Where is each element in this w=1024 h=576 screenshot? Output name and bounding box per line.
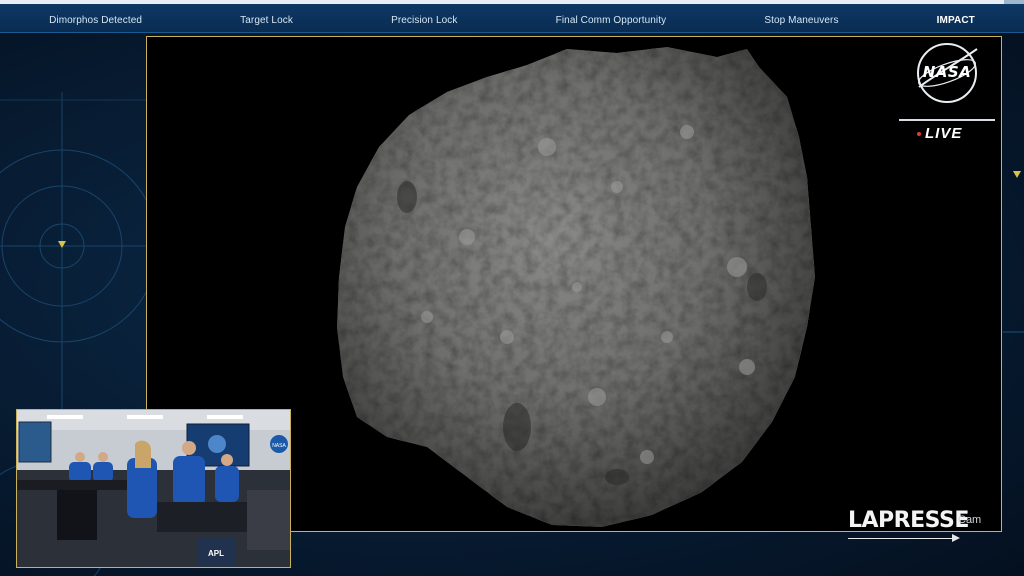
marker-triangle-icon <box>58 241 66 248</box>
mission-control-inset: NASA APL <box>16 409 291 568</box>
right-decoration <box>1003 171 1024 333</box>
broadcast-branding: NASA LIVE <box>899 41 995 142</box>
nasa-logo-text: NASA <box>922 63 972 81</box>
phase-target-lock: Target Lock <box>240 14 293 26</box>
lapresse-brand: LAPRESSE <box>848 508 969 533</box>
apl-badge: APL <box>208 549 224 558</box>
mission-phase-bar: Dimorphos Detected Target Lock Precision… <box>0 0 1024 33</box>
nasa-logo: NASA <box>913 41 981 105</box>
phase-stop-maneuvers: Stop Maneuvers <box>764 14 839 26</box>
phase-dimorphos-detected: Dimorphos Detected <box>49 14 143 26</box>
phase-final-comm-opportunity: Final Comm Opportunity <box>555 14 667 26</box>
cam-suffix: Cam <box>958 514 982 526</box>
live-dot-icon <box>917 131 921 136</box>
lapresse-watermark: LAPRESSE Cam <box>848 508 988 542</box>
live-divider <box>899 119 995 121</box>
phase-impact: IMPACT <box>936 14 975 26</box>
live-badge: LIVE <box>917 125 962 142</box>
marker-triangle-icon <box>1013 171 1021 178</box>
phase-precision-lock: Precision Lock <box>391 14 458 26</box>
lapresse-arrow-icon <box>952 534 960 542</box>
watermark-underline <box>848 538 954 539</box>
live-label: LIVE <box>925 125 963 142</box>
mission-progress-track <box>0 0 1024 4</box>
phase-list: Dimorphos Detected Target Lock Precision… <box>0 10 1024 30</box>
inset-wall-logo: NASA <box>272 443 286 449</box>
mission-progress-fill <box>0 0 1004 4</box>
mission-control-room-image: NASA APL <box>17 410 290 567</box>
